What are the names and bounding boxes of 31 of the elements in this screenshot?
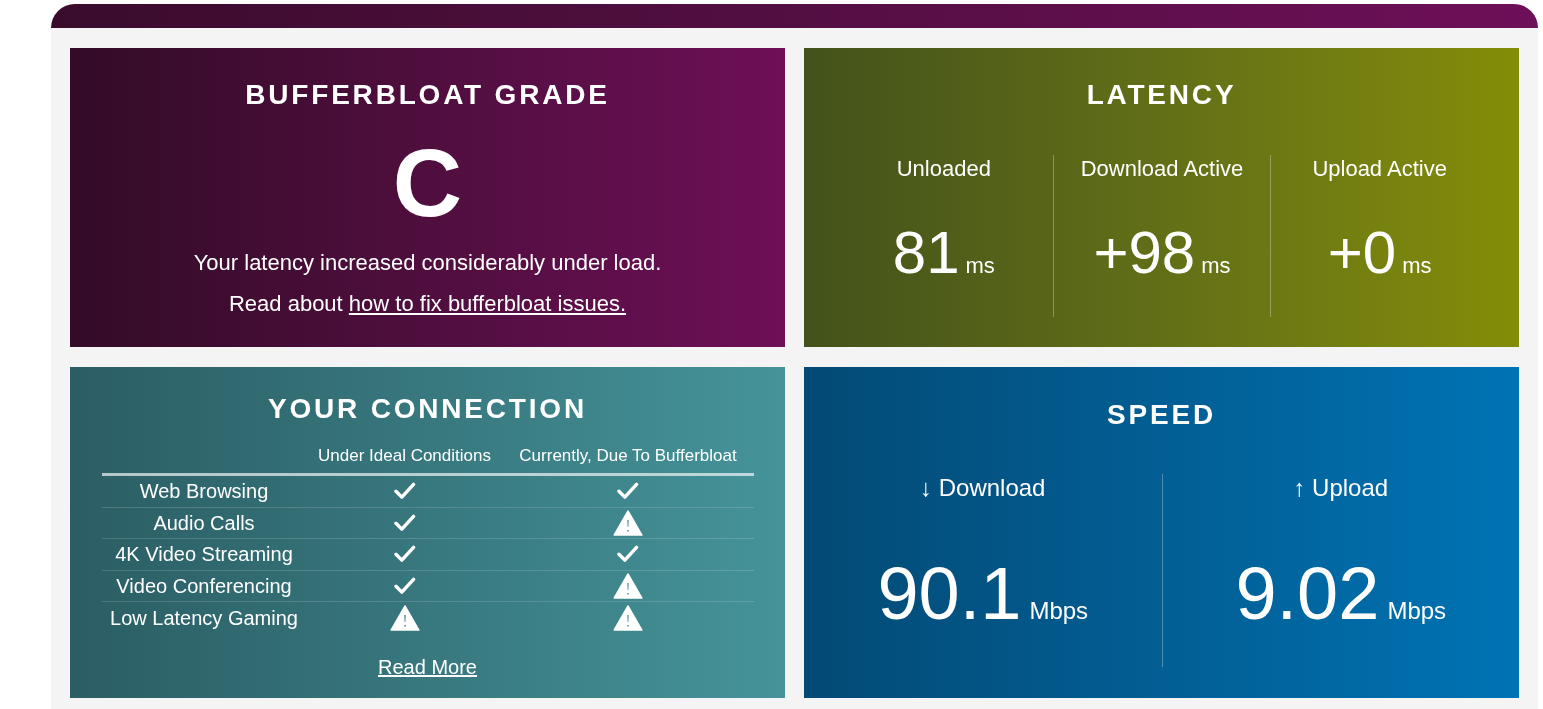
activity-name: Low Latency Gaming bbox=[110, 605, 298, 631]
metric-value: +0 bbox=[1327, 223, 1397, 283]
metric-unit: Mbps bbox=[1387, 597, 1447, 625]
metric-value: 81 bbox=[892, 223, 960, 283]
activity-name: Video Conferencing bbox=[116, 573, 292, 599]
activity-name: Audio Calls bbox=[153, 510, 255, 536]
column-header: Currently, Due To Bufferbloat bbox=[519, 445, 737, 467]
fix-link[interactable]: how to fix bufferbloat issues. bbox=[348, 291, 627, 316]
metric-unit: ms bbox=[965, 253, 995, 279]
metric-label: Upload Active bbox=[1312, 155, 1447, 183]
metric-label: Download Active bbox=[1080, 155, 1244, 183]
grade-letter: C bbox=[392, 135, 463, 231]
metric-label: Unloaded bbox=[896, 155, 991, 183]
panel-title: LATENCY bbox=[1085, 79, 1238, 111]
grade-summary: Your latency increased considerably under load. bbox=[193, 249, 662, 277]
metric-value: 9.02 bbox=[1235, 557, 1380, 631]
read-more-link[interactable]: Read More bbox=[378, 653, 477, 680]
column-header: Under Ideal Conditions bbox=[318, 445, 491, 467]
panel-title: BUFFERBLOAT GRADE bbox=[245, 79, 610, 111]
metric-unit: ms bbox=[1402, 253, 1432, 279]
metric-value: +98 bbox=[1093, 223, 1196, 283]
activity-name: Web Browsing bbox=[139, 479, 269, 505]
metric-unit: ms bbox=[1201, 253, 1231, 279]
metric-label: ↓ Download bbox=[920, 474, 1046, 502]
panel-title: SPEED bbox=[1106, 399, 1217, 431]
metric-unit: Mbps bbox=[1029, 597, 1089, 625]
metric-value: 90.1 bbox=[877, 557, 1022, 631]
fix-note: Read about how to fix bufferbloat issues. bbox=[228, 290, 627, 318]
activity-name: 4K Video Streaming bbox=[115, 542, 293, 568]
panel-title: YOUR CONNECTION bbox=[268, 393, 587, 425]
metric-label: ↑ Upload bbox=[1293, 474, 1389, 502]
